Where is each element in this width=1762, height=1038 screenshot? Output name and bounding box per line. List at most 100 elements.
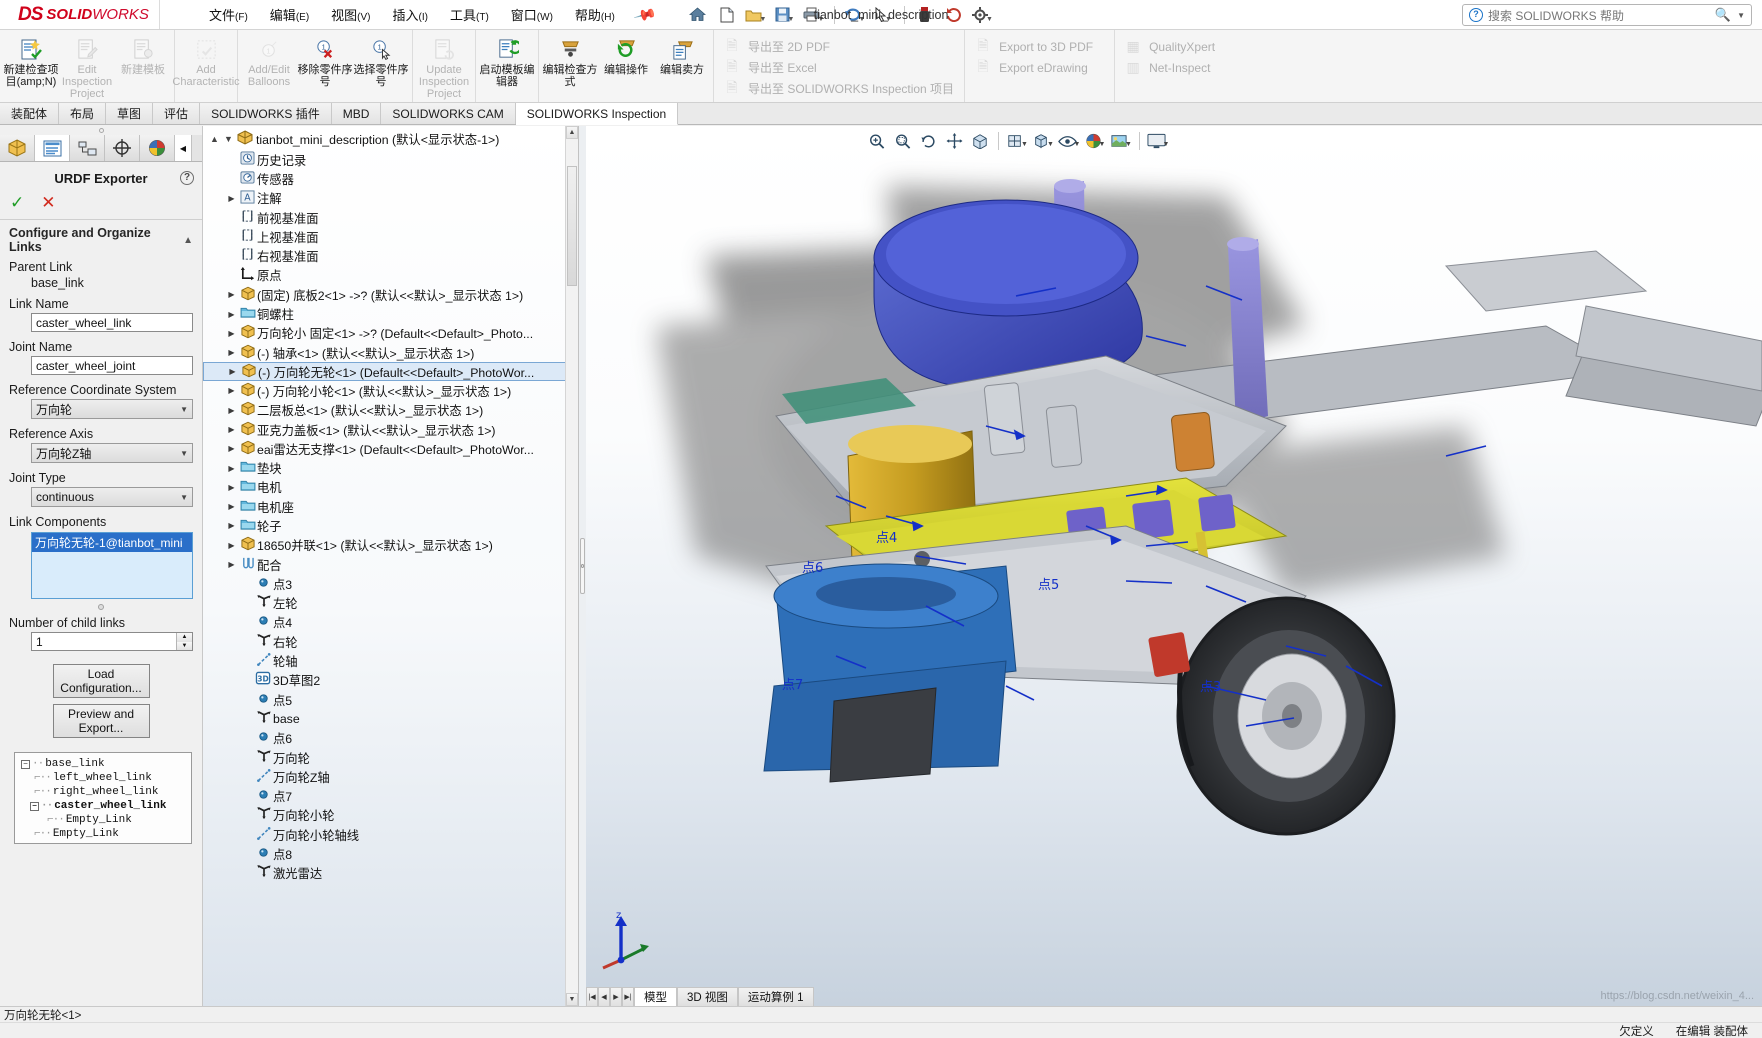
tree-node[interactable]: 万向轮小轮	[203, 806, 578, 825]
tree-node[interactable]: 右轮	[203, 632, 578, 651]
link-tree-row[interactable]: ⌐·· left_wheel_link	[17, 771, 189, 785]
scroll-thumb[interactable]	[567, 166, 577, 286]
rotate-view-icon[interactable]	[916, 130, 940, 152]
menu-file[interactable]: 文件(F)	[198, 1, 259, 28]
tree-expander-icon[interactable]: ▶	[226, 367, 239, 376]
hide-show-items-icon[interactable]: ▼	[1057, 130, 1081, 152]
preview-and-export-button[interactable]: Preview and Export...	[52, 704, 150, 738]
tree-node[interactable]: 激光雷达	[203, 864, 578, 883]
tree-node[interactable]: ▶ 18650并联<1> (默认<<默认>_显示状态 1>)	[203, 536, 578, 555]
tree-expander-icon[interactable]: ▶	[225, 502, 238, 511]
tree-expander-icon[interactable]: ▶	[225, 521, 238, 530]
ribbon-select-balloon[interactable]: 1 选择零件序号	[353, 32, 409, 88]
rebuild-icon[interactable]	[941, 3, 967, 27]
tree-node[interactable]: 上视基准面	[203, 227, 578, 246]
feature-tree-root-row[interactable]: ▲ ▼ tianbot_mini_description (默认<显示状态-1>…	[203, 126, 578, 150]
link-components-listbox[interactable]: 万向轮无轮-1@tianbot_mini	[31, 532, 193, 599]
panel-grip[interactable]	[0, 126, 202, 135]
tree-node[interactable]: ▶ 电机	[203, 478, 578, 497]
tree-node[interactable]: ▶ 轮子	[203, 516, 578, 535]
tree-expander-icon[interactable]: ▶	[225, 406, 238, 415]
tree-node[interactable]: 原点	[203, 266, 578, 285]
tree-node[interactable]: ▶ (-) 万向轮小轮<1> (默认<<默认>_显示状态 1>)	[203, 381, 578, 400]
tab-evaluate[interactable]: 评估	[153, 103, 201, 124]
tree-expander-icon[interactable]: ▶	[225, 386, 238, 395]
tree-scrollbar[interactable]: ▲ ▼	[565, 126, 578, 1006]
menu-view[interactable]: 视图(V)	[320, 1, 381, 28]
menu-edit[interactable]: 编辑(E)	[259, 1, 320, 28]
open-folder-icon[interactable]: ▼	[743, 3, 769, 27]
reference-axis-select[interactable]: 万向轮Z轴 ▼	[31, 443, 193, 463]
configure-links-section-header[interactable]: Configure and Organize Links ▲	[0, 220, 202, 257]
viewport-tab-model[interactable]: 模型	[634, 987, 677, 1006]
tab-solidworks-cam[interactable]: SOLIDWORKS CAM	[381, 103, 516, 124]
save-icon[interactable]: ▼	[772, 3, 798, 27]
accept-button[interactable]: ✓	[10, 193, 24, 213]
list-item[interactable]: 万向轮无轮-1@tianbot_mini	[32, 533, 192, 552]
tab-assembly[interactable]: 装配体	[0, 103, 60, 124]
stepper-down-icon[interactable]: ▼	[177, 641, 192, 650]
tree-node[interactable]: 点7	[203, 787, 578, 806]
tree-node[interactable]: 3D 3D草图2	[203, 671, 578, 690]
tree-node[interactable]: 传感器	[203, 169, 578, 188]
viewport-layout-icon[interactable]: ▼	[1146, 130, 1170, 152]
cancel-button[interactable]: ✕	[41, 193, 55, 213]
tree-node[interactable]: 左轮	[203, 594, 578, 613]
tree-node[interactable]: ▶ (-) 轴承<1> (默认<<默认>_显示状态 1>)	[203, 343, 578, 362]
link-tree-row[interactable]: ⌐·· right_wheel_link	[17, 785, 189, 799]
tree-expander-icon[interactable]: ▶	[225, 310, 238, 319]
ribbon-remove-balloon[interactable]: 1 移除零件序号	[297, 32, 353, 88]
ribbon-new-inspection-project[interactable]: 新建检查项目(amp;N)	[3, 32, 59, 88]
tree-node[interactable]: 右视基准面	[203, 246, 578, 265]
tree-filter-icon[interactable]: ▼	[223, 134, 234, 144]
stepper-up-icon[interactable]: ▲	[177, 633, 192, 642]
tab-nav-prev-icon[interactable]: ◀	[598, 987, 610, 1006]
tree-node[interactable]: 点3	[203, 574, 578, 593]
tree-node[interactable]: ▶ (固定) 底板2<1> ->? (默认<<默认>_显示状态 1>)	[203, 285, 578, 304]
joint-type-select[interactable]: continuous ▼	[31, 487, 193, 507]
color-swatch-icon[interactable]	[912, 3, 938, 27]
tab-mbd[interactable]: MBD	[331, 103, 382, 124]
section-view-icon[interactable]	[968, 130, 992, 152]
link-hierarchy-tree[interactable]: − ·· base_link ⌐·· left_wheel_link ⌐·· r…	[14, 752, 192, 844]
tab-nav-next-icon[interactable]: ▶	[610, 987, 622, 1006]
graphics-viewport[interactable]: ▼ ▼ ▼ ▼ ▼ ▼ 点4 点6 点5 点7 点3 z |◀ ◀ ▶ ▶| 模…	[586, 126, 1762, 1006]
joint-name-input[interactable]: caster_wheel_joint	[31, 356, 193, 375]
tree-node[interactable]: 前视基准面	[203, 208, 578, 227]
tree-node[interactable]: ▶ 亚克力盖板<1> (默认<<默认>_显示状态 1>)	[203, 420, 578, 439]
tree-collapse-icon[interactable]: ▲	[209, 134, 220, 144]
print-icon[interactable]: ▼	[801, 3, 827, 27]
menu-insert[interactable]: 插入(I)	[382, 1, 439, 28]
ribbon-edit-operation[interactable]: 编辑操作	[598, 32, 654, 76]
tab-sketch[interactable]: 草图	[106, 103, 154, 124]
panel-splitter[interactable]	[579, 126, 586, 1006]
tree-expander-icon[interactable]: ▶	[225, 348, 238, 357]
menu-tools[interactable]: 工具(T)	[439, 1, 500, 28]
scroll-up-icon[interactable]: ▲	[566, 126, 578, 139]
tree-node[interactable]: ▶ eai雷达无支撑<1> (Default<<Default>_PhotoWor…	[203, 439, 578, 458]
tree-node[interactable]: ▶ 二层板总<1> (默认<<默认>_显示状态 1>)	[203, 401, 578, 420]
zoom-area-icon[interactable]	[890, 130, 914, 152]
tree-node[interactable]: ▶ A 注解	[203, 189, 578, 208]
undo-icon[interactable]: ▼	[842, 3, 868, 27]
tree-node[interactable]: 万向轮Z轴	[203, 767, 578, 786]
tree-expander-icon[interactable]: ▶	[225, 464, 238, 473]
tab-solidworks-inspection[interactable]: SOLIDWORKS Inspection	[515, 103, 679, 125]
load-configuration-button[interactable]: Load Configuration...	[52, 664, 150, 698]
tree-node[interactable]: 万向轮小轮轴线	[203, 825, 578, 844]
link-tree-row[interactable]: − ·· base_link	[17, 757, 189, 771]
tab-nav-first-icon[interactable]: |◀	[586, 987, 598, 1006]
tree-node[interactable]: ▶ 铜螺柱	[203, 304, 578, 323]
search-icon[interactable]: 🔍	[1715, 7, 1731, 23]
display-manager-tab[interactable]	[140, 135, 175, 161]
tree-node[interactable]: ▶ 垫块	[203, 458, 578, 477]
ribbon-edit-inspection-method[interactable]: 编辑检查方式	[542, 32, 598, 88]
tree-node[interactable]: 轮轴	[203, 651, 578, 670]
tree-expander-icon[interactable]: ▶	[225, 194, 238, 203]
help-search-box[interactable]: ? 搜索 SOLIDWORKS 帮助 🔍 ▼	[1462, 4, 1752, 26]
listbox-resize-grip[interactable]	[0, 599, 202, 613]
search-input[interactable]: 搜索 SOLIDWORKS 帮助	[1488, 7, 1624, 24]
menu-window[interactable]: 窗口(W)	[500, 1, 564, 28]
viewport-tab-3dviews[interactable]: 3D 视图	[677, 987, 738, 1006]
tab-layout[interactable]: 布局	[59, 103, 107, 124]
